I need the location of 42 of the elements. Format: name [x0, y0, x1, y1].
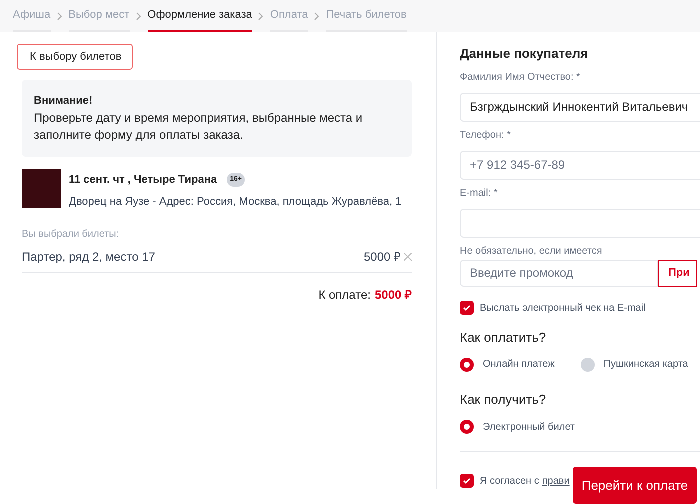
radio-button[interactable]: [460, 420, 474, 434]
agreement-text: Я согласен с: [480, 474, 540, 488]
ticket-seat: Партер, ряд 2, место 17: [22, 248, 364, 266]
step-tab[interactable]: Оформление заказа: [148, 0, 252, 32]
rules-link[interactable]: прави: [542, 474, 570, 488]
radio-button[interactable]: [580, 358, 595, 372]
delivery-title: Как получить?: [460, 391, 548, 409]
checkbox[interactable]: [460, 474, 474, 488]
field-label: Фамилия Имя Отчество: *: [460, 70, 582, 84]
proceed-to-payment-button[interactable]: Перейти к оплате: [573, 467, 697, 504]
chevron-right-icon: [258, 12, 264, 20]
event-venue: Дворец на Яузе - Адрес: Россия, Москва, площадь Журавлёва, 1: [69, 195, 402, 210]
back-button[interactable]: К выбору билетов: [17, 44, 133, 70]
notice-text: Проверьте дату и время мероприятия, выбранные места и заполните форму для оплаты заказа.: [34, 110, 364, 144]
radio-label: Электронный билет: [483, 420, 575, 434]
apply-promo-button[interactable]: При: [658, 260, 697, 286]
input-field[interactable]: [460, 208, 700, 238]
payment-title: Как оплатить?: [460, 328, 548, 346]
field-label: Не обязательно, если имеется: [460, 244, 604, 258]
input-field[interactable]: Бзгрждынский Иннокентий Витальевич: [460, 92, 700, 122]
check-icon: [463, 304, 471, 312]
total-label: К оплате:: [318, 286, 371, 304]
photo-placeholder: [22, 168, 61, 208]
receipt-label: Выслать электронный чек на E-mail: [480, 302, 646, 316]
chevron-right-icon: [314, 12, 320, 20]
chevron-right-icon: [56, 12, 63, 20]
field-label: E-mail: *: [460, 186, 499, 200]
promo-field[interactable]: Введите промокод: [460, 260, 658, 286]
chevron-right-icon: [136, 12, 142, 20]
check-icon: [463, 477, 471, 485]
total-value: 5000 ₽: [374, 286, 412, 304]
input-field[interactable]: +7 912 345-67-89: [460, 150, 700, 180]
notice-title: Внимание!: [34, 94, 94, 109]
buyer-title: Данные покупателя: [460, 45, 590, 63]
field-label: Телефон: *: [460, 128, 512, 142]
event-title: 11 сент. чт , Четыре Тирана: [69, 172, 218, 188]
radio-label: Пушкинская карта: [604, 358, 688, 372]
tickets-label: Вы выбрали билеты:: [22, 228, 120, 242]
ticket-price: 5000 ₽: [364, 248, 401, 266]
radio-button[interactable]: [460, 358, 474, 372]
checkbox[interactable]: [460, 301, 474, 315]
radio-label: Онлайн платеж: [483, 358, 555, 372]
